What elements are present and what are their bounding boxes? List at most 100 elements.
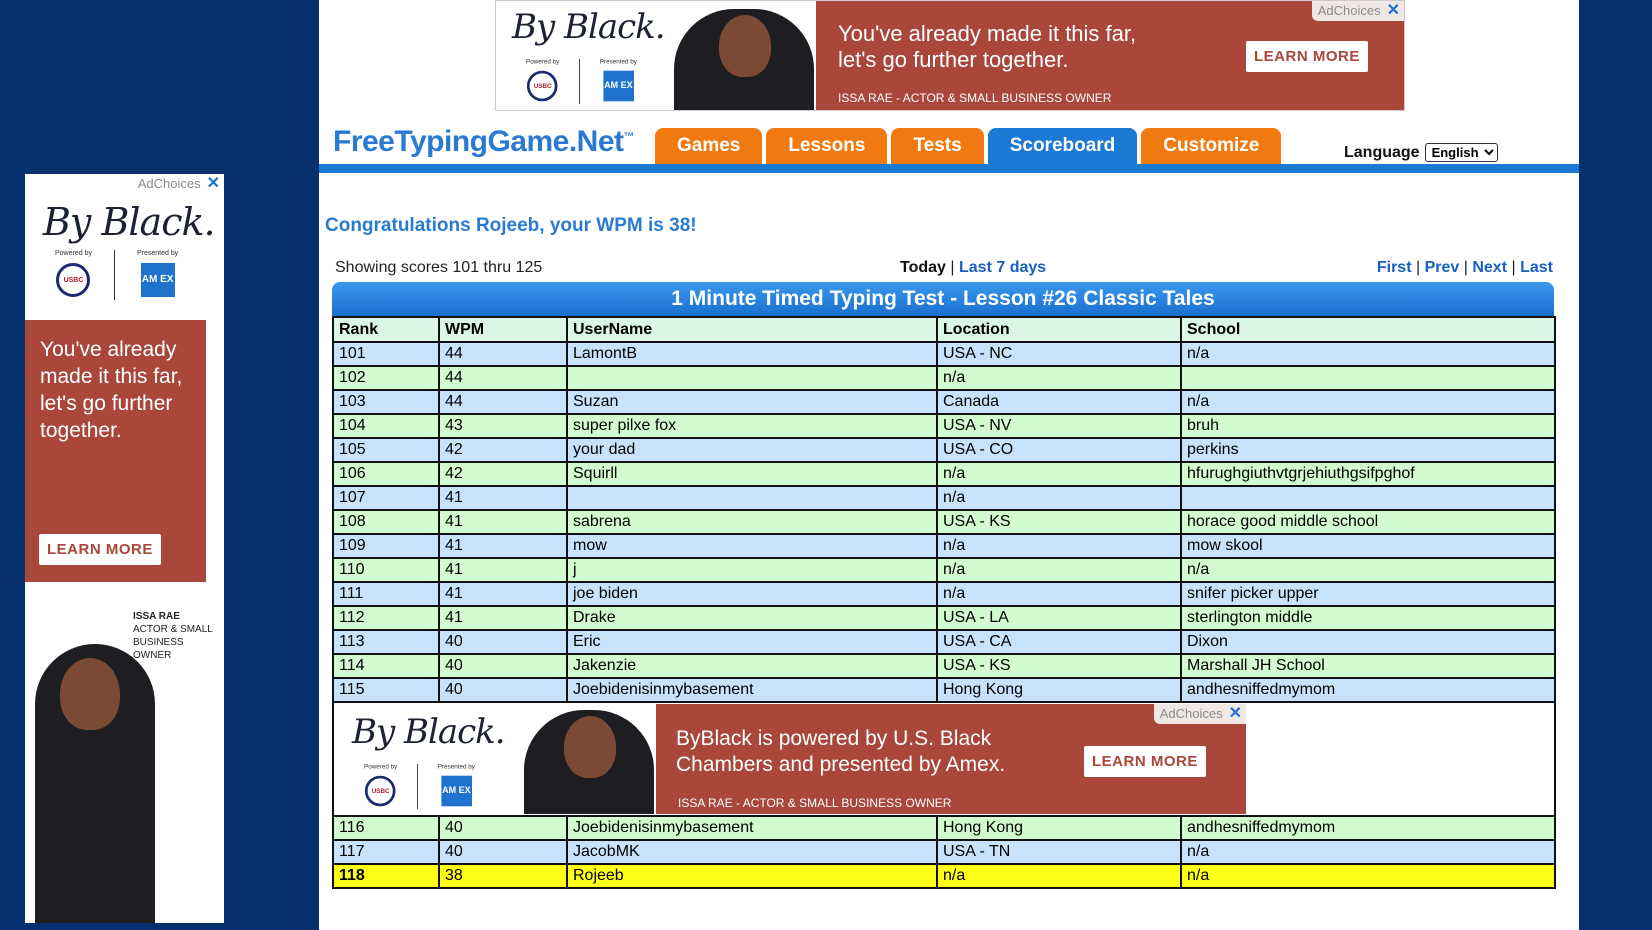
pager-next[interactable]: Next (1472, 259, 1507, 276)
cell-rank: 108 (332, 509, 440, 535)
table-row: 114 40 Jakenzie USA - KS Marshall JH School (332, 653, 1556, 679)
inline-ad[interactable]: By Black. Powered by USBC Presented by A… (334, 704, 1246, 814)
cell-school: n/a (1180, 863, 1556, 889)
cell-username: Drake (566, 605, 938, 631)
cell-school: horace good middle school (1180, 509, 1556, 535)
cell-location: n/a (936, 581, 1182, 607)
usbc-logo: USBC (56, 263, 91, 297)
cell-wpm: 40 (438, 677, 568, 703)
cell-school: perkins (1180, 437, 1556, 463)
table-row: 112 41 Drake USA - LA sterlington middle (332, 605, 1556, 631)
amex-logo: AM EX (140, 263, 175, 297)
pager-separator: | (1463, 259, 1468, 276)
cell-rank: 105 (332, 437, 440, 463)
pager-prev[interactable]: Prev (1425, 259, 1460, 276)
pager-last[interactable]: Last (1520, 259, 1553, 276)
table-row: 104 43 super pilxe fox USA - NV bruh (332, 413, 1556, 439)
tab-scoreboard[interactable]: Scoreboard (987, 128, 1138, 164)
period-separator: | (950, 259, 955, 276)
top-ad-caption: ISSA RAE - ACTOR & SMALL BUSINESS OWNER (838, 91, 1112, 105)
column-header-location: Location (936, 316, 1182, 343)
cell-location: USA - NC (936, 341, 1182, 367)
ad-person-face (719, 15, 771, 77)
close-icon[interactable]: ✕ (1387, 1, 1400, 21)
learn-more-button[interactable]: LEARN MORE (39, 534, 161, 565)
language-label: Language (1344, 143, 1420, 161)
adchoices-label: AdChoices (1317, 3, 1381, 18)
cell-wpm: 41 (438, 557, 568, 583)
cell-location: n/a (936, 533, 1182, 559)
inline-ad-body: By Black. Powered by USBC Presented by A… (332, 701, 1556, 817)
cell-username: sabrena (566, 509, 938, 535)
cell-school (1180, 365, 1556, 391)
cell-location: Hong Kong (936, 815, 1182, 841)
top-ad-message: You've already made it this far, let's g… (838, 21, 1136, 73)
cell-wpm: 42 (438, 437, 568, 463)
cell-location: USA - TN (936, 839, 1182, 865)
side-ad[interactable]: AdChoices ✕ By Black. Powered by USBC Pr… (25, 174, 224, 923)
cell-location: USA - NV (936, 413, 1182, 439)
cell-location: USA - CA (936, 629, 1182, 655)
period-last-7-days[interactable]: Last 7 days (959, 259, 1046, 276)
adchoices-badge[interactable]: AdChoices ✕ (131, 174, 224, 194)
presented-by-label: Presented by (437, 764, 475, 771)
tab-tests[interactable]: Tests (891, 128, 984, 164)
cell-username: super pilxe fox (566, 413, 938, 439)
site-logo[interactable]: FreeTypingGame.Net™ (333, 125, 635, 159)
side-ad-caption: ISSA RAE ACTOR & SMALL BUSINESS OWNER (133, 610, 224, 662)
cell-location: n/a (936, 863, 1182, 889)
trademark: ™ (623, 131, 635, 143)
tab-lessons[interactable]: Lessons (766, 128, 888, 164)
cell-username (566, 365, 938, 391)
cell-school: mow skool (1180, 533, 1556, 559)
table-row: 105 42 your dad USA - CO perkins (332, 437, 1556, 463)
cell-wpm: 40 (438, 629, 568, 655)
table-row: 111 41 joe biden n/a snifer picker upper (332, 581, 1556, 607)
side-ad-banner: You've already made it this far, let's g… (25, 320, 206, 582)
usbc-logo: USBC (527, 70, 558, 102)
sponsor-logos: Powered by USBC Presented by AM EX (526, 59, 637, 104)
learn-more-button[interactable]: LEARN MORE (1084, 746, 1206, 777)
cell-school: sterlington middle (1180, 605, 1556, 631)
cell-school (1180, 485, 1556, 511)
cell-wpm: 41 (438, 533, 568, 559)
site-logo-text: FreeTypingGame.Net (333, 125, 624, 158)
tab-customize[interactable]: Customize (1141, 128, 1282, 164)
top-ad-message-line1: You've already made it this far, (838, 21, 1137, 46)
scoreboard-title: 1 Minute Timed Typing Test - Lesson #26 … (332, 282, 1554, 316)
cell-wpm: 40 (438, 839, 568, 865)
table-body: 101 44 LamontB USA - NC n/a 102 44 n/a 103 44 Suza… (332, 341, 1556, 703)
top-ad[interactable]: By Black. Powered by USBC Presented by A… (495, 0, 1405, 111)
close-icon[interactable]: ✕ (1229, 704, 1242, 724)
tab-games[interactable]: Games (655, 128, 763, 164)
table-row: 109 41 mow n/a mow skool (332, 533, 1556, 559)
cell-rank: 114 (332, 653, 440, 679)
cell-rank: 104 (332, 413, 440, 439)
cell-username: Rojeeb (566, 863, 938, 889)
ad-person-face (60, 658, 120, 730)
close-icon[interactable]: ✕ (207, 174, 220, 194)
ad-person-image (35, 644, 155, 923)
cell-username: Squirll (566, 461, 938, 487)
period-today[interactable]: Today (900, 259, 946, 276)
top-ad-message-line2: let's go further together. (838, 47, 1069, 72)
sponsor-logos: Powered by USBC Presented by AM EX (364, 764, 475, 809)
pager-first[interactable]: First (1377, 259, 1412, 276)
adchoices-badge[interactable]: AdChoices ✕ (1153, 704, 1246, 724)
adchoices-label: AdChoices (137, 176, 201, 191)
table-row: 108 41 sabrena USA - KS horace good middle s… (332, 509, 1556, 535)
cell-rank: 111 (332, 581, 440, 607)
language-select[interactable]: English (1424, 143, 1498, 162)
table-row-current-user: 118 38 Rojeeb n/a n/a (332, 863, 1556, 889)
side-ad-message: You've already made it this far, let's g… (40, 338, 183, 442)
powered-by-label: Powered by (364, 764, 398, 771)
learn-more-button[interactable]: LEARN MORE (1246, 41, 1368, 72)
ad-person-face (564, 716, 616, 778)
inline-ad-message-line2: Chambers and presented by Amex. (676, 753, 1006, 776)
cell-location: Hong Kong (936, 677, 1182, 703)
cell-username (566, 485, 938, 511)
cell-location: n/a (936, 365, 1182, 391)
adchoices-badge[interactable]: AdChoices ✕ (1311, 1, 1404, 21)
cell-username: Jakenzie (566, 653, 938, 679)
cell-school: hfurughgiuthvtgrjehiuthgsifpghof (1180, 461, 1556, 487)
